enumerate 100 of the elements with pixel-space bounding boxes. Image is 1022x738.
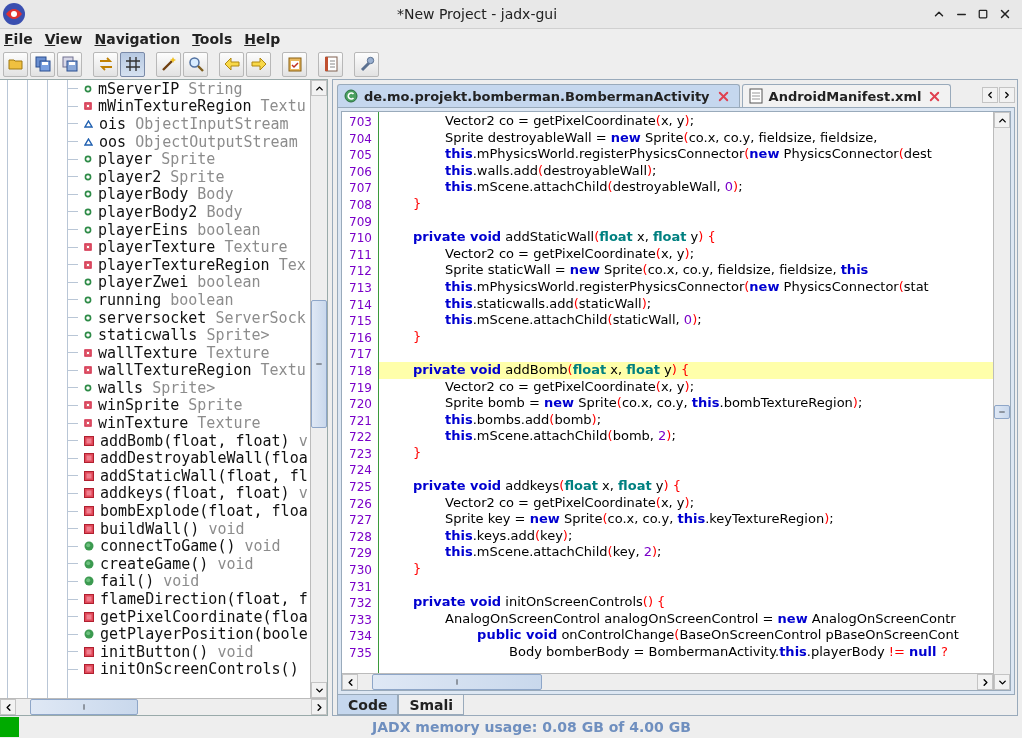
tree-item[interactable]: playerBody Body — [98, 185, 234, 204]
scroll-tabs-left-button[interactable] — [982, 87, 998, 103]
tree-item[interactable]: addDestroyableWall(floa — [100, 449, 308, 468]
horizontal-scrollbar[interactable] — [0, 698, 327, 715]
right-arrow-icon — [250, 56, 267, 72]
line-number: 725 — [348, 479, 373, 495]
toolbar-button[interactable] — [57, 51, 82, 77]
line-number: 734 — [348, 628, 373, 644]
code-line: private void addkeys(float x, float y) { — [412, 478, 682, 495]
tree-item[interactable]: ois ObjectInputStream — [99, 115, 289, 133]
scroll-tabs-right-button[interactable] — [999, 87, 1015, 103]
code-line: this.keys.add(key); — [444, 527, 574, 545]
line-number: 716 — [348, 329, 373, 346]
menu-item[interactable]: Tools — [192, 31, 239, 47]
code-line: } — [412, 561, 423, 578]
public-method-icon — [84, 629, 94, 640]
wand-icon — [160, 56, 177, 72]
maximize-icon — [978, 9, 988, 19]
tree-item[interactable]: flameDirection(float, f — [100, 590, 308, 608]
tree-item[interactable]: getPlayerPosition(boole — [100, 625, 308, 644]
menu-item[interactable]: Help — [244, 31, 287, 47]
line-number: 704 — [348, 130, 373, 147]
tree-item[interactable]: buildWall() void — [100, 519, 245, 538]
horizontal-scrollbar[interactable] — [342, 673, 993, 690]
vertical-scrollbar[interactable] — [310, 80, 327, 698]
left-arrow-icon — [223, 56, 240, 72]
editor-tab[interactable]: de.mo.projekt.bomberman.BombermanActivity — [337, 84, 740, 107]
private-field-icon — [84, 243, 92, 252]
grip-icon — [80, 703, 88, 711]
tree-item[interactable]: wallTexture Texture — [98, 343, 270, 362]
menu-item[interactable]: Navigation — [94, 31, 187, 47]
tree-item[interactable]: mServerIP String — [98, 80, 243, 98]
tree-item[interactable]: staticwalls Sprite> — [98, 326, 270, 345]
private-method-icon — [84, 523, 94, 534]
tree-item[interactable]: createGame() void — [100, 554, 254, 573]
code-line: Vector2 co = getPixelCoordinate(x, y); — [444, 378, 696, 396]
tree-item[interactable]: mWinTextureRegion Textu — [98, 97, 306, 116]
tree-item[interactable]: playerTexture Texture — [98, 238, 288, 257]
folder-icon — [7, 56, 24, 72]
tree-item[interactable]: playerBody2 Body — [98, 202, 243, 221]
tree-item[interactable]: playerEins boolean — [98, 220, 261, 239]
tree-item[interactable]: running boolean — [98, 290, 234, 309]
line-number: 724 — [348, 462, 373, 479]
vertical-scrollbar[interactable] — [993, 112, 1010, 690]
toolbar-button[interactable] — [120, 51, 145, 77]
line-number: 731 — [348, 578, 373, 595]
code-line: } — [412, 195, 423, 213]
tree-item[interactable]: addStaticWall(float, fl — [100, 466, 308, 485]
tree-item[interactable]: addBomb(float, float) v — [100, 431, 308, 450]
tree-item[interactable]: walls Sprite> — [98, 378, 216, 397]
tree-item[interactable]: getPixelCoordinate(floa — [100, 607, 308, 626]
code-line: Sprite key = new Sprite(co.x, co.y, this.keyTextureRegion); — [444, 511, 835, 528]
tree-item[interactable]: initOnScreenControls() — [100, 660, 299, 679]
toolbar-button[interactable] — [183, 51, 208, 77]
tree-item[interactable]: fail() void — [100, 572, 200, 591]
tree-item[interactable]: playerTextureRegion Tex — [98, 255, 306, 274]
line-number: 732 — [348, 595, 373, 611]
code-line: Vector2 co = getPixelCoordinate(x, y); — [444, 113, 696, 130]
toolbar-button[interactable] — [318, 51, 343, 77]
tree-item[interactable]: addkeys(float, float) v — [100, 484, 308, 503]
public-method-icon — [84, 558, 94, 569]
line-number: 735 — [348, 645, 373, 661]
app-logo-icon — [2, 2, 26, 26]
line-number: 719 — [348, 379, 373, 396]
line-number: 718 — [348, 362, 373, 379]
code-line: this.mPhysicsWorld.registerPhysicsConnector(new PhysicsConnector(dest — [444, 146, 933, 163]
tree-item[interactable]: connectToGame() void — [100, 537, 281, 556]
tree-item[interactable]: winTexture Texture — [98, 414, 261, 433]
code-line: Vector2 co = getPixelCoordinate(x, y); — [444, 245, 696, 263]
disks-icon — [34, 56, 51, 72]
tree-item[interactable]: serversocket ServerSock — [98, 308, 306, 327]
line-number: 703 — [348, 114, 373, 130]
tree-item[interactable]: wallTextureRegion Textu — [98, 361, 306, 380]
public-field-icon — [84, 84, 92, 93]
menu-item[interactable]: View — [44, 31, 89, 47]
line-number: 705 — [348, 147, 373, 163]
code-line: this.mScene.attachChild(staticWall, 0); — [444, 312, 703, 329]
tree-item[interactable]: player2 Sprite — [98, 167, 225, 186]
tree-item[interactable]: winSprite Sprite — [98, 396, 243, 415]
tree-item[interactable]: player Sprite — [98, 150, 216, 169]
code-line: } — [412, 328, 423, 346]
menu-item[interactable]: File — [4, 31, 39, 47]
heap-indicator — [0, 717, 19, 737]
tree-item[interactable]: playerZwei boolean — [98, 273, 261, 292]
private-method-icon — [84, 488, 94, 499]
view-tab[interactable]: Smali — [398, 695, 465, 715]
code-line: Sprite bomb = new Sprite(co.x, co.y, this.bombTextureRegion); — [444, 395, 864, 412]
tree-item[interactable]: bombExplode(float, floa — [100, 502, 308, 521]
editor-tab[interactable]: AndroidManifest.xml — [741, 84, 952, 107]
tree-item[interactable]: oos ObjectOutputStream — [99, 132, 298, 151]
toolbar-button[interactable] — [156, 51, 181, 77]
line-number: 714 — [348, 296, 373, 313]
view-tab[interactable]: Code — [337, 695, 399, 715]
private-method-icon — [84, 453, 94, 464]
toolbar-button[interactable] — [30, 51, 55, 77]
line-number: 717 — [348, 346, 373, 362]
line-number: 712 — [348, 263, 373, 279]
toolbar-button[interactable] — [354, 51, 379, 77]
tree-item[interactable]: initButton() void — [100, 642, 254, 661]
public-method-icon — [84, 576, 94, 587]
